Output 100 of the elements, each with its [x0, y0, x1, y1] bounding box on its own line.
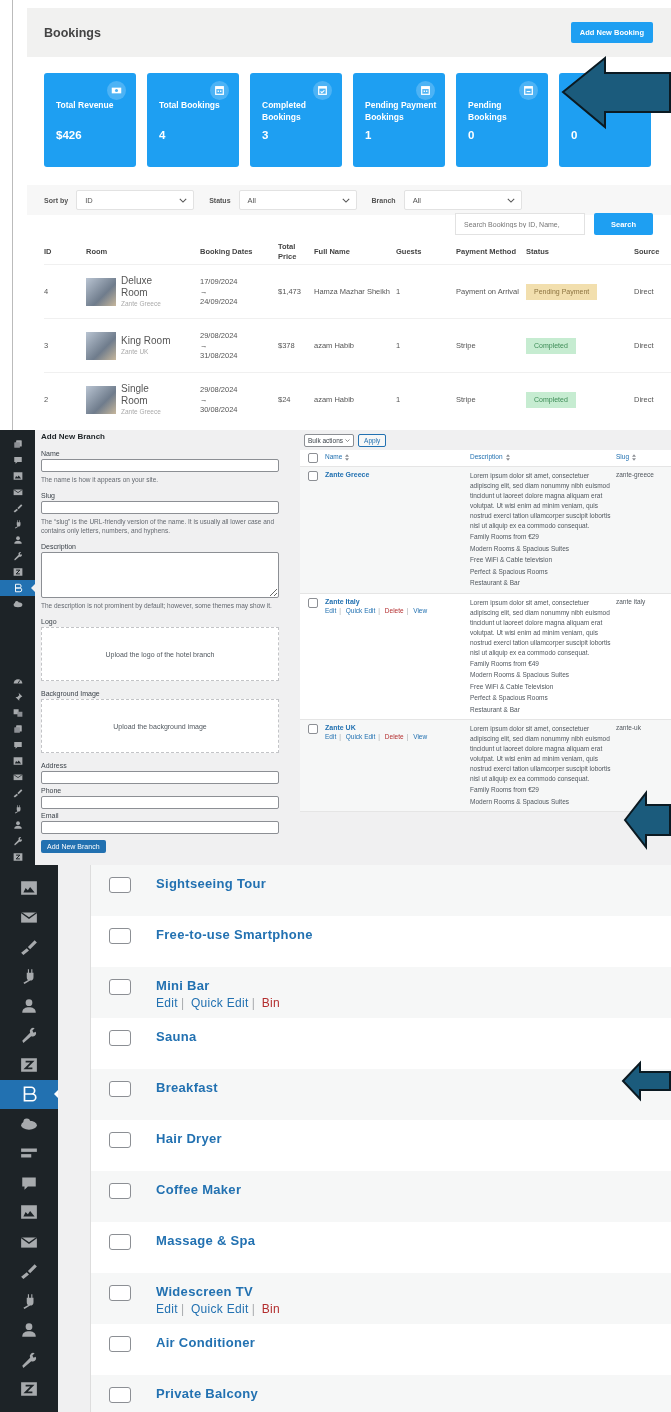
envelope-icon	[12, 487, 23, 497]
amenity-name-link[interactable]: Mini Bar	[156, 978, 280, 994]
row-action-link[interactable]: Quick Edit	[190, 1302, 249, 1316]
square-logo-icon	[12, 567, 23, 577]
calendar-icon	[210, 81, 229, 100]
card-value: 3	[262, 129, 270, 141]
chevron-down-icon	[506, 197, 515, 203]
brush-icon	[12, 503, 23, 513]
comment-icon	[12, 455, 23, 465]
checkbox[interactable]	[109, 1081, 131, 1097]
photo-placeholder	[86, 385, 116, 414]
separator: |	[251, 996, 256, 1010]
card-label: Completed Bookings	[262, 99, 307, 123]
checkbox[interactable]	[109, 1183, 131, 1199]
pointer-arrow	[622, 790, 671, 850]
plug-icon	[12, 804, 23, 814]
chevron-down-icon	[345, 439, 351, 442]
checkbox[interactable]	[109, 1336, 131, 1352]
checkbox[interactable]	[109, 877, 131, 893]
amenity-name-link[interactable]: Free-to-use Smartphone	[156, 927, 313, 943]
card-label: Total Bookings	[159, 99, 221, 112]
sort-icon	[505, 453, 510, 461]
checkbox[interactable]	[109, 928, 131, 944]
card-label: Total Revenue	[56, 99, 115, 112]
checkbox[interactable]	[307, 453, 318, 463]
card-value: 4	[159, 129, 167, 141]
amenity-name-link[interactable]: Sauna	[156, 1029, 197, 1045]
row-action-link[interactable]: Bin	[261, 1302, 280, 1316]
image-icon	[12, 471, 23, 481]
wrench-icon	[12, 551, 23, 561]
room-name: King Room	[121, 335, 172, 347]
brush-icon	[20, 1262, 38, 1281]
chevron-down-icon	[179, 197, 188, 203]
sidebar-item[interactable]	[0, 1079, 58, 1109]
amenity-name-link[interactable]: Hair Dryer	[156, 1131, 222, 1147]
brush-icon	[20, 937, 38, 956]
checkbox[interactable]	[109, 1285, 131, 1301]
checkbox[interactable]	[307, 597, 318, 608]
pages-icon	[12, 439, 23, 449]
user-icon	[12, 535, 23, 545]
row-action-link[interactable]: Edit	[156, 1302, 178, 1316]
page-title: Bookings	[44, 25, 101, 40]
input-field[interactable]	[41, 501, 279, 514]
amenity-name-link[interactable]: Air Conditioner	[156, 1335, 256, 1351]
user-icon	[20, 996, 38, 1015]
sort-icon	[345, 453, 350, 461]
photo-placeholder	[86, 331, 116, 360]
separator: |	[251, 1302, 256, 1316]
checkbox[interactable]	[307, 724, 318, 734]
pointer-arrow	[620, 1060, 671, 1102]
card-value: 0	[468, 129, 476, 141]
form-title: Add New Branch	[41, 432, 106, 441]
brush-icon	[12, 788, 23, 798]
checkbox[interactable]	[109, 1234, 131, 1250]
input-field[interactable]	[41, 821, 279, 834]
card-label: Pending Bookings	[468, 99, 508, 123]
separator: |	[180, 1302, 185, 1316]
separator: |	[180, 996, 185, 1010]
image-icon	[12, 756, 23, 766]
amenity-name-link[interactable]: Widescreen TV	[156, 1284, 280, 1300]
pages-icon	[12, 724, 23, 734]
sort-icon	[632, 453, 636, 461]
card-value: $426	[56, 129, 83, 141]
square-logo-icon	[20, 1380, 38, 1399]
amenity-name-link[interactable]: Breakfast	[156, 1080, 218, 1096]
input-field[interactable]	[41, 459, 279, 472]
calendar-icon	[519, 81, 538, 100]
textarea-field[interactable]	[41, 552, 279, 598]
checkbox[interactable]	[109, 1387, 131, 1403]
checkbox[interactable]	[307, 471, 318, 481]
card-value: 0	[571, 129, 579, 141]
calendar-icon	[416, 81, 435, 100]
plug-icon	[12, 519, 23, 529]
input-field[interactable]	[41, 796, 279, 809]
square-logo-icon	[12, 852, 23, 862]
room-name: Single Room	[121, 383, 150, 407]
translate-icon	[12, 708, 23, 718]
checkbox[interactable]	[109, 979, 131, 995]
room-name: Deluxe Room	[121, 275, 154, 299]
checkbox[interactable]	[109, 1132, 131, 1148]
image-icon	[20, 878, 38, 897]
money-icon	[107, 81, 126, 100]
amenity-name-link[interactable]: Sightseeing Tour	[156, 876, 266, 892]
checkbox[interactable]	[109, 1030, 131, 1046]
row-action-link[interactable]: Edit	[156, 996, 178, 1010]
row-action-link[interactable]: Quick Edit	[190, 996, 249, 1010]
card-label: Pending Payment Bookings	[365, 99, 437, 123]
amenity-name-link[interactable]: Coffee Maker	[156, 1182, 242, 1198]
envelope-icon	[12, 772, 23, 782]
chevron-down-icon	[341, 197, 350, 203]
gauge-icon	[12, 676, 23, 686]
user-icon	[20, 1321, 38, 1340]
user-icon	[12, 820, 23, 830]
row-action-link[interactable]: Bin	[261, 996, 280, 1010]
wrench-icon	[12, 836, 23, 846]
square-logo-icon	[20, 1055, 38, 1074]
amenity-name-link[interactable]: Private Balcony	[156, 1386, 259, 1402]
wrench-icon	[20, 1026, 38, 1045]
input-field[interactable]	[41, 771, 279, 784]
amenity-name-link[interactable]: Massage & Spa	[156, 1233, 256, 1249]
